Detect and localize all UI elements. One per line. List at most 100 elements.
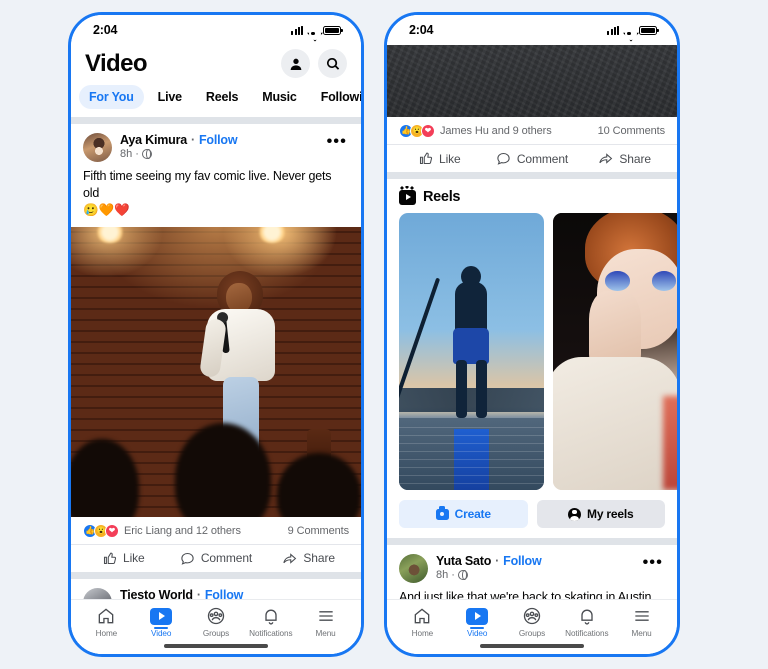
feed-divider (387, 538, 677, 545)
share-button[interactable]: Share (262, 551, 355, 566)
nav-label-video: Video (467, 629, 488, 638)
nav-label-notifications: Notifications (249, 629, 293, 638)
nav-label-home: Home (411, 629, 434, 638)
video-header: Video (71, 45, 361, 78)
share-button[interactable]: Share (578, 151, 671, 166)
share-label: Share (619, 151, 651, 166)
reels-section: Reels Create My reels (387, 179, 677, 538)
hamburger-menu-icon (318, 611, 333, 621)
bell-icon (581, 609, 593, 625)
reactions-row: 👍 😮 ❤ James Hu and 9 others 10 Comments (387, 117, 677, 144)
video-feed[interactable]: Aya Kimura · Follow 8h · ••• Fifth time (71, 117, 361, 654)
nav-item-groups[interactable]: Groups (189, 606, 244, 638)
status-bar: 2:04 (387, 15, 677, 45)
post-author-line: Yuta Sato · Follow (436, 554, 639, 568)
phone-screen-left: 2:04 Video For You Live Reels Music Foll… (71, 15, 361, 654)
comments-count[interactable]: 10 Comments (598, 125, 665, 137)
reel-thumbnail-2[interactable] (553, 213, 677, 490)
separator-dot: · (191, 133, 195, 147)
tab-for-you[interactable]: For You (79, 85, 144, 109)
home-indicator[interactable] (480, 644, 584, 648)
tab-following[interactable]: Following (311, 85, 361, 109)
nav-item-groups[interactable]: Groups (505, 606, 560, 638)
bottom-navigation-right[interactable]: Home Video Groups Notifications Menu (387, 599, 677, 654)
reel-thumbnail-1[interactable] (399, 213, 544, 490)
status-icons (607, 25, 659, 35)
reaction-icons: 👍 😮 ❤ (399, 124, 435, 138)
post-timestamp-row: 8h · (436, 569, 639, 581)
camera-icon (435, 506, 449, 520)
feed-divider (387, 172, 677, 179)
follow-link[interactable]: Follow (199, 133, 238, 147)
comments-count[interactable]: 9 Comments (288, 525, 349, 537)
follow-link[interactable]: Follow (503, 554, 542, 568)
search-button[interactable] (318, 49, 347, 78)
reels-carousel[interactable] (387, 213, 677, 490)
like-button[interactable]: Like (393, 151, 486, 166)
reactions-row: 👍 😮 ❤ Eric Liang and 12 others 9 Comment… (71, 517, 361, 544)
avatar[interactable] (399, 554, 428, 583)
post-author-meta: Aya Kimura · Follow 8h · (120, 133, 323, 160)
more-options-icon[interactable]: ••• (323, 133, 349, 150)
profile-circle-icon (568, 507, 582, 521)
feed-divider (71, 117, 361, 124)
audience-silhouettes (71, 409, 361, 517)
home-icon (415, 608, 430, 624)
comment-button[interactable]: Comment (170, 551, 263, 566)
love-reaction-icon: ❤ (105, 523, 119, 538)
phone-mockup-right: 2:04 👍 😮 ❤ James Hu and 9 others 10 Comm… (384, 12, 680, 657)
love-reaction-icon: ❤ (421, 124, 435, 138)
comment-button[interactable]: Comment (486, 151, 579, 166)
nav-item-notifications[interactable]: Notifications (243, 606, 298, 638)
profile-button[interactable] (281, 49, 310, 78)
post-author-name[interactable]: Aya Kimura (120, 133, 187, 147)
nav-item-home[interactable]: Home (79, 606, 134, 638)
profile-icon (290, 58, 301, 70)
home-indicator[interactable] (164, 644, 268, 648)
nav-label-menu: Menu (315, 629, 336, 638)
feed-divider (71, 571, 361, 579)
battery-icon (323, 25, 343, 35)
tab-reels[interactable]: Reels (196, 85, 248, 109)
post-action-bar: Like Comment Share (387, 144, 677, 172)
groups-icon (207, 607, 225, 625)
bottom-navigation-left[interactable]: Home Video Groups Notifications Menu (71, 599, 361, 654)
reactions-summary[interactable]: 👍 😮 ❤ Eric Liang and 12 others (83, 523, 241, 538)
more-options-icon[interactable]: ••• (639, 554, 665, 571)
post-author-name[interactable]: Yuta Sato (436, 554, 491, 568)
globe-icon (141, 148, 152, 160)
nav-item-menu[interactable]: Menu (298, 606, 353, 638)
reactions-summary[interactable]: 👍 😮 ❤ James Hu and 9 others (399, 124, 552, 138)
nav-item-menu[interactable]: Menu (614, 606, 669, 638)
my-reels-button[interactable]: My reels (536, 500, 665, 528)
wifi-icon (307, 26, 319, 35)
post-header: Aya Kimura · Follow 8h · ••• (71, 124, 361, 167)
post-media[interactable] (71, 226, 361, 517)
reaction-icons: 👍 😮 ❤ (83, 523, 119, 538)
comment-label: Comment (516, 151, 569, 166)
status-time: 2:04 (93, 23, 118, 37)
nav-item-notifications[interactable]: Notifications (559, 606, 614, 638)
post-author-line: Aya Kimura · Follow (120, 133, 323, 147)
top-video-still[interactable] (387, 45, 677, 117)
nav-item-home[interactable]: Home (395, 606, 450, 638)
post-body-text: Fifth time seeing my fav comic live. Nev… (83, 169, 332, 200)
like-label: Like (439, 151, 461, 166)
tab-music[interactable]: Music (252, 85, 306, 109)
reels-clapperboard-icon (399, 185, 416, 205)
meta-dot: · (135, 148, 139, 160)
separator-dot: · (495, 554, 500, 568)
video-tabs[interactable]: For You Live Reels Music Following (71, 78, 361, 117)
phone-mockup-left: 2:04 Video For You Live Reels Music Foll… (68, 12, 364, 657)
post-time: 8h (120, 148, 133, 160)
battery-icon (639, 25, 659, 35)
nav-item-video[interactable]: Video (134, 606, 189, 638)
nav-item-video[interactable]: Video (450, 606, 505, 638)
video-icon (150, 607, 173, 629)
nav-label-groups: Groups (518, 629, 546, 638)
create-reel-button[interactable]: Create (399, 500, 528, 528)
tab-live[interactable]: Live (148, 85, 192, 109)
like-button[interactable]: Like (77, 551, 170, 566)
avatar[interactable] (83, 133, 112, 162)
nav-label-home: Home (95, 629, 118, 638)
